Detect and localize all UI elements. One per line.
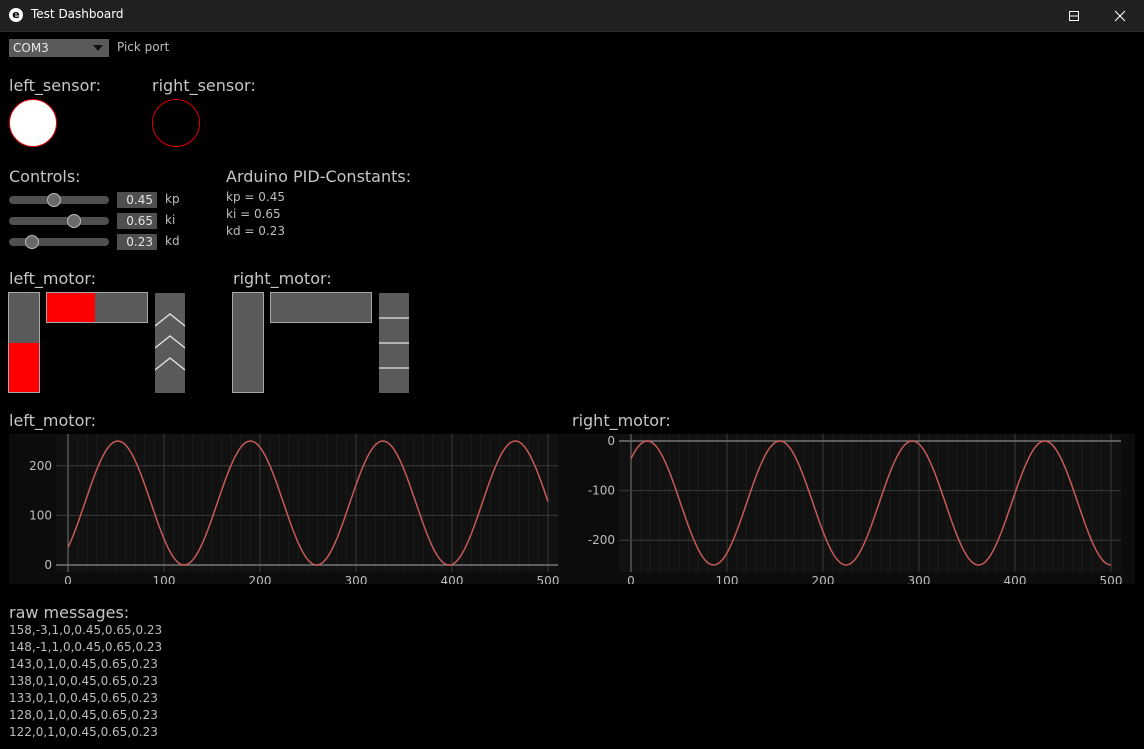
chevron-down-icon	[93, 45, 103, 51]
raw-messages-list: 158,-3,1,0,0.45,0.65,0.23 148,-1,1,0,0.45…	[9, 622, 162, 741]
slider-label-kp: kp	[165, 192, 180, 206]
raw-message-line: 133,0,1,0,0.45,0.65,0.23	[9, 691, 158, 705]
left-sensor-label: left_sensor:	[9, 76, 102, 95]
raw-message-line: 128,0,1,0,0.45,0.65,0.23	[9, 708, 158, 722]
window-title: Test Dashboard	[31, 7, 124, 21]
left-motor-direction-indicator	[154, 293, 186, 393]
raw-message-line: 122,0,1,0,0.45,0.65,0.23	[9, 725, 158, 739]
value-field-ki[interactable]: 0.65	[117, 213, 157, 229]
x-tick-label: 300	[908, 574, 931, 584]
right-motor-horizontal-gauge	[270, 292, 372, 323]
raw-message-line: 158,-3,1,0,0.45,0.65,0.23	[9, 623, 163, 637]
raw-message-line: 143,0,1,0,0.45,0.65,0.23	[9, 657, 158, 671]
left-sensor-indicator	[9, 99, 57, 147]
raw-messages-title: raw messages:	[9, 603, 130, 622]
x-tick-label: 0	[627, 574, 635, 584]
x-tick-label: 400	[1004, 574, 1027, 584]
x-tick-label: 200	[812, 574, 835, 584]
left-motor-label: left_motor:	[9, 269, 97, 288]
pid-line-kp: kp = 0.45	[226, 190, 285, 204]
slider-knob-ki[interactable]	[67, 214, 81, 228]
raw-message-line: 138,0,1,0,0.45,0.65,0.23	[9, 674, 158, 688]
y-tick-label: 200	[29, 459, 52, 473]
right-motor-direction-indicator	[379, 293, 409, 393]
port-label: Pick port	[117, 40, 170, 54]
maximize-icon	[1069, 11, 1079, 21]
x-tick-label: 200	[249, 574, 272, 584]
y-tick-label: 0	[607, 434, 615, 448]
x-tick-label: 400	[441, 574, 464, 584]
x-tick-label: 300	[345, 574, 368, 584]
slider-knob-kd[interactable]	[25, 235, 39, 249]
maximize-button[interactable]	[1051, 0, 1097, 31]
slider-kp[interactable]	[9, 193, 109, 207]
pid-line-ki: ki = 0.65	[226, 207, 281, 221]
left-motor-vertical-gauge	[8, 292, 40, 393]
y-tick-label: -200	[588, 533, 615, 547]
y-tick-label: 0	[44, 558, 52, 572]
left-motor-chart[interactable]: 0 100 200 300 400 500 0 100 200	[9, 434, 572, 584]
gauge-fill	[9, 342, 39, 392]
value-field-kd[interactable]: 0.23	[117, 234, 157, 250]
slider-knob-kp[interactable]	[47, 193, 61, 207]
gauge-fill	[47, 293, 95, 322]
slider-label-ki: ki	[165, 213, 176, 227]
controls-title: Controls:	[9, 167, 81, 186]
right-sensor-label: right_sensor:	[152, 76, 256, 95]
left-motor-horizontal-gauge	[46, 292, 148, 323]
close-icon	[1114, 10, 1126, 22]
y-tick-label: 100	[29, 508, 52, 522]
slider-kd[interactable]	[9, 235, 109, 249]
slider-label-kd: kd	[165, 234, 180, 248]
port-select-value: COM3	[13, 41, 49, 55]
right-motor-chart[interactable]: 0 100 200 300 400 500 -200 -100 0	[572, 434, 1135, 584]
port-select[interactable]: COM3	[9, 39, 109, 57]
app-icon: e	[9, 8, 23, 22]
x-tick-label: 100	[716, 574, 739, 584]
y-tick-label: -100	[588, 484, 615, 498]
x-tick-label: 0	[64, 574, 72, 584]
close-button[interactable]	[1097, 0, 1143, 31]
x-tick-label: 100	[153, 574, 176, 584]
right-motor-label: right_motor:	[233, 269, 332, 288]
right-sensor-indicator	[152, 99, 200, 147]
pid-line-kd: kd = 0.23	[226, 224, 285, 238]
up-arrows-icon	[154, 313, 186, 371]
left-chart-title: left_motor:	[9, 411, 97, 430]
value-field-kp[interactable]: 0.45	[117, 192, 157, 208]
x-tick-label: 500	[1100, 574, 1123, 584]
pid-title: Arduino PID-Constants:	[226, 167, 412, 186]
title-bar: e Test Dashboard	[0, 0, 1144, 32]
plot-area	[619, 434, 1121, 572]
right-motor-vertical-gauge	[232, 292, 264, 393]
slider-ki[interactable]	[9, 214, 109, 228]
stop-lines-icon	[379, 317, 409, 369]
right-chart-title: right_motor:	[572, 411, 671, 430]
raw-message-line: 148,-1,1,0,0.45,0.65,0.23	[9, 640, 163, 654]
x-tick-label: 500	[537, 574, 560, 584]
